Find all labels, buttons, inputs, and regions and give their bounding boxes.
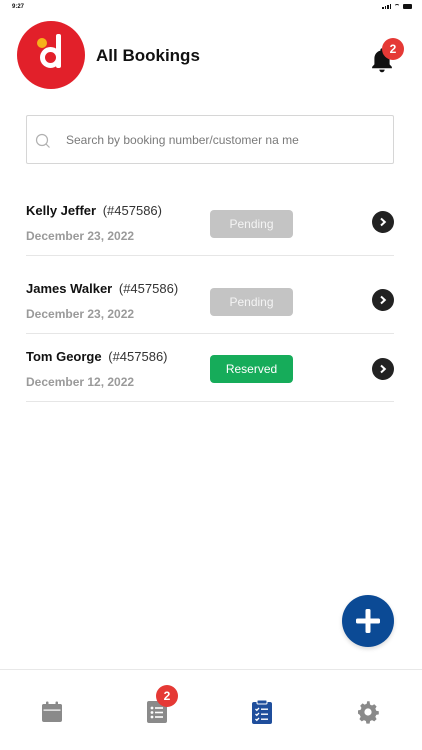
notification-badge: 2 — [382, 38, 404, 60]
booking-name-line: Kelly Jeffer (#457586) — [26, 203, 162, 218]
booking-name-line: Tom George (#457586) — [26, 349, 168, 364]
chevron-right-icon — [380, 217, 387, 227]
booking-date: December 12, 2022 — [26, 375, 135, 389]
bottom-tab-bar: 2 — [0, 669, 422, 750]
tab-list-badge: 2 — [156, 685, 178, 707]
tab-calendar[interactable] — [39, 699, 65, 725]
logo-stem — [56, 34, 61, 68]
search-icon — [35, 133, 50, 148]
search-bar — [26, 115, 394, 164]
tab-settings[interactable] — [355, 699, 381, 725]
booking-number: (#457586) — [118, 281, 179, 296]
plus-icon — [356, 609, 380, 633]
add-booking-button[interactable] — [342, 595, 394, 647]
status-badge-pending: Pending — [210, 288, 293, 316]
battery-icon — [403, 4, 412, 9]
booking-customer-name: Kelly Jeffer — [26, 203, 97, 218]
status-badge-reserved: Reserved — [210, 355, 293, 383]
app-logo — [17, 21, 85, 89]
tab-bookings[interactable] — [249, 699, 275, 725]
chevron-right-icon — [380, 364, 387, 374]
page-title: All Bookings — [96, 46, 200, 65]
booking-date: December 23, 2022 — [26, 307, 135, 321]
gear-icon — [358, 701, 379, 724]
booking-date: December 23, 2022 — [26, 229, 135, 243]
booking-number: (#457586) — [102, 203, 162, 218]
booking-row[interactable]: Kelly Jeffer (#457586) December 23, 2022… — [26, 188, 394, 256]
booking-detail-button[interactable] — [372, 358, 394, 380]
booking-customer-name: Tom George — [26, 349, 102, 364]
booking-name-line: James Walker (#457586) — [26, 281, 178, 296]
booking-customer-name: James Walker — [26, 281, 113, 296]
wifi-icon — [394, 4, 400, 9]
booking-detail-button[interactable] — [372, 289, 394, 311]
clipboard-check-icon — [252, 699, 272, 724]
tab-list[interactable]: 2 — [144, 685, 178, 725]
booking-row[interactable]: James Walker (#457586) December 23, 2022… — [26, 266, 394, 334]
signal-icon — [382, 4, 391, 9]
logo-dot — [37, 38, 47, 48]
status-time: 9:27 — [12, 4, 25, 10]
search-input[interactable] — [66, 132, 366, 147]
booking-row[interactable]: Tom George (#457586) December 12, 2022 R… — [26, 334, 394, 402]
booking-detail-button[interactable] — [372, 211, 394, 233]
chevron-right-icon — [380, 295, 387, 305]
status-badge-pending: Pending — [210, 210, 293, 238]
status-icons — [382, 4, 412, 9]
calendar-icon — [42, 701, 62, 722]
notification-button[interactable]: 2 — [366, 38, 404, 78]
status-bar: 9:27 — [0, 0, 422, 16]
booking-number: (#457586) — [108, 349, 168, 364]
